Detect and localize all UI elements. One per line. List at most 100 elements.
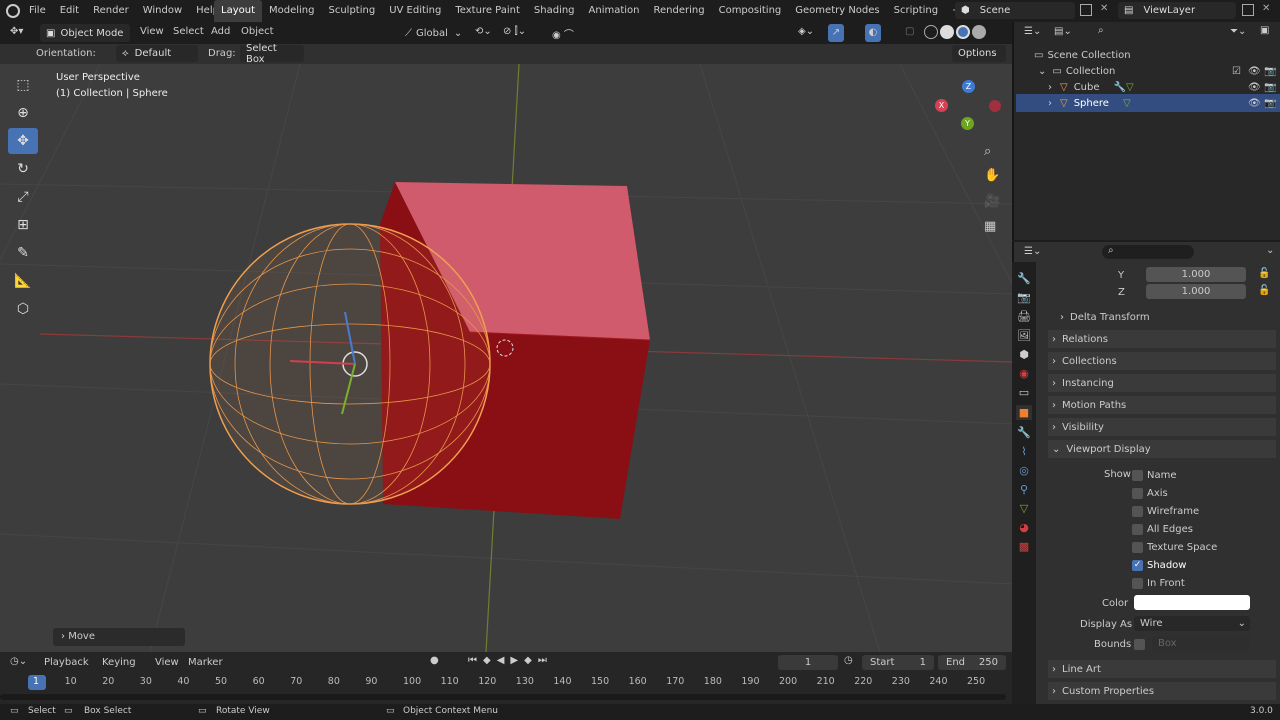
tab-animation[interactable]: Animation — [582, 0, 647, 22]
collection-render-icon[interactable]: 📷 — [1264, 66, 1276, 77]
navigation-gizmo[interactable]: Z X Y — [934, 78, 1006, 134]
section-line-art[interactable]: › Line Art — [1048, 660, 1276, 678]
collection-tab-icon[interactable]: ▭ — [1019, 386, 1029, 399]
modifier-tab-icon[interactable]: 🔧 — [1017, 426, 1031, 439]
viewport-menu-add[interactable]: Add — [211, 26, 230, 37]
checkbox-wireframe[interactable]: Wireframe — [1132, 502, 1217, 520]
collection-visibility-icon[interactable]: 👁 — [1248, 66, 1261, 77]
solid-shading-icon[interactable] — [940, 25, 954, 39]
menu-render[interactable]: Render — [86, 0, 136, 22]
sphere-render-icon[interactable]: 📷 — [1264, 98, 1276, 109]
viewlayer-selector[interactable]: ▤ ViewLayer — [1118, 2, 1236, 19]
prev-keyframe-icon[interactable]: ◆ — [483, 655, 491, 666]
section-instancing[interactable]: › Instancing — [1048, 374, 1276, 392]
checkbox-texture-space[interactable]: Texture Space — [1132, 538, 1217, 556]
tab-uv-editing[interactable]: UV Editing — [382, 0, 448, 22]
new-scene-icon[interactable] — [1080, 4, 1092, 16]
zoom-icon[interactable]: ⌕ — [984, 144, 991, 159]
delete-viewlayer-icon[interactable]: ✕ — [1262, 3, 1270, 14]
tab-modeling[interactable]: Modeling — [262, 0, 322, 22]
play-icon[interactable]: ▶ — [510, 655, 518, 666]
move-tool-icon[interactable]: ✥ — [8, 128, 38, 154]
cube-render-icon[interactable]: 📷 — [1264, 82, 1276, 93]
timeline-menu-marker[interactable]: Marker — [188, 657, 223, 668]
section-motion-paths[interactable]: › Motion Paths — [1048, 396, 1276, 414]
jump-end-icon[interactable]: ⏭ — [538, 655, 547, 666]
display-as-dropdown[interactable]: Wire ⌄ — [1134, 616, 1250, 631]
view-layer-tab-icon[interactable]: 🖼 — [1017, 329, 1031, 342]
render-tab-icon[interactable]: 📷 — [1017, 291, 1031, 304]
checkbox-all-edges[interactable]: All Edges — [1132, 520, 1217, 538]
preview-range-icon[interactable]: ◷ — [844, 655, 853, 666]
timeline-menu-keying[interactable]: Keying — [102, 657, 136, 668]
outliner-editor-icon[interactable]: ☰⌄ — [1024, 26, 1041, 37]
start-frame-field[interactable]: Start 1 — [862, 655, 934, 670]
visibility-selector-icon[interactable]: ◈⌄ — [798, 26, 814, 37]
annotate-tool-icon[interactable]: ✎ — [8, 240, 38, 266]
orientation-dropdown[interactable]: ⟡ Default — [116, 45, 198, 62]
delete-scene-icon[interactable]: ✕ — [1100, 3, 1108, 14]
timeline-editor-icon[interactable]: ◷⌄ — [10, 656, 27, 667]
current-frame-field[interactable]: 1 — [778, 655, 838, 670]
wireframe-shading-icon[interactable] — [924, 25, 938, 39]
display-mode-icon[interactable]: ▤⌄ — [1054, 26, 1072, 37]
data-tab-icon[interactable]: ▽ — [1020, 502, 1028, 515]
xray-toggle-icon[interactable]: ▢ — [905, 26, 914, 37]
measure-tool-icon[interactable]: 📐 — [8, 268, 38, 294]
filter-icon[interactable]: ⏷⌄ — [1230, 26, 1246, 37]
viewport-menu-select[interactable]: Select — [173, 26, 204, 37]
viewport-menu-object[interactable]: Object — [241, 26, 274, 37]
pivot-icon[interactable]: ⟲⌄ — [475, 26, 492, 37]
section-custom-properties[interactable]: › Custom Properties — [1048, 682, 1276, 700]
rotate-tool-icon[interactable]: ↻ — [8, 156, 38, 182]
gizmo-x-icon[interactable]: X — [935, 99, 948, 112]
material-shading-icon[interactable] — [956, 25, 970, 39]
object-tab-icon[interactable]: ■ — [1015, 405, 1033, 420]
checkbox-axis[interactable]: Axis — [1132, 484, 1217, 502]
outliner-search-icon[interactable]: ⌕ — [1098, 25, 1104, 36]
gizmo-y-icon[interactable]: Y — [961, 117, 974, 130]
color-swatch[interactable] — [1134, 595, 1250, 610]
frame-ruler[interactable]: 1 10 20 30 40 50 60 70 80 90 100 110 120 130 140 150 160… — [0, 676, 1012, 690]
ortho-toggle-icon[interactable]: ▦ — [984, 219, 996, 234]
new-viewlayer-icon[interactable] — [1242, 4, 1254, 16]
bounds-checkbox[interactable] — [1134, 639, 1145, 650]
rendered-shading-icon[interactable] — [972, 25, 986, 39]
texture-tab-icon[interactable]: ▩ — [1019, 540, 1029, 553]
section-viewport-display[interactable]: ⌄ Viewport Display — [1048, 440, 1276, 458]
checkbox-name[interactable]: Name — [1132, 466, 1217, 484]
checkbox-in-front[interactable]: In Front — [1132, 574, 1217, 592]
play-reverse-icon[interactable]: ◀ — [497, 655, 505, 666]
lock-icon[interactable]: 🔓 — [1258, 285, 1270, 296]
output-tab-icon[interactable]: 🖨 — [1017, 310, 1031, 323]
section-visibility[interactable]: › Visibility — [1048, 418, 1276, 436]
menu-window[interactable]: Window — [136, 0, 189, 22]
scale-y-field[interactable]: 1.000 — [1146, 267, 1246, 282]
end-frame-field[interactable]: End 250 — [938, 655, 1006, 670]
gizmo-neg-x-icon[interactable] — [989, 100, 1001, 112]
cursor-tool-icon[interactable]: ⊕ — [8, 100, 38, 126]
tab-layout[interactable]: Layout — [214, 0, 262, 22]
gizmo-z-icon[interactable]: Z — [962, 80, 975, 93]
sphere-visibility-icon[interactable]: 👁 — [1248, 98, 1261, 109]
new-collection-icon[interactable]: ▣ — [1260, 25, 1269, 36]
jump-start-icon[interactable]: ⏮ — [468, 655, 477, 666]
add-cube-tool-icon[interactable]: ⬡ — [8, 296, 38, 322]
viewport-menu-view[interactable]: View — [140, 26, 164, 37]
timeline-scrollbar[interactable] — [0, 694, 1006, 700]
camera-view-icon[interactable]: 🎥 — [984, 194, 1000, 209]
scale-tool-icon[interactable]: ⤢ — [8, 184, 38, 210]
world-tab-icon[interactable]: ◉ — [1019, 367, 1029, 380]
overlays-toggle-icon[interactable]: ◐ — [865, 24, 881, 42]
next-keyframe-icon[interactable]: ◆ — [524, 655, 532, 666]
material-tab-icon[interactable]: ◕ — [1019, 521, 1029, 534]
record-icon[interactable]: ● — [430, 655, 439, 666]
properties-editor-icon[interactable]: ☰⌄ — [1024, 246, 1041, 257]
transform-tool-icon[interactable]: ⊞ — [8, 212, 38, 238]
proportional-edit-icon[interactable]: ◉ ⌒ — [552, 26, 574, 41]
scale-z-field[interactable]: 1.000 — [1146, 284, 1246, 299]
section-collections[interactable]: › Collections — [1048, 352, 1276, 370]
mode-selector[interactable]: ▣ Object Mode — [40, 24, 130, 42]
bounds-dropdown[interactable]: Box — [1152, 636, 1250, 651]
last-operator-panel[interactable]: › Move — [53, 628, 185, 646]
